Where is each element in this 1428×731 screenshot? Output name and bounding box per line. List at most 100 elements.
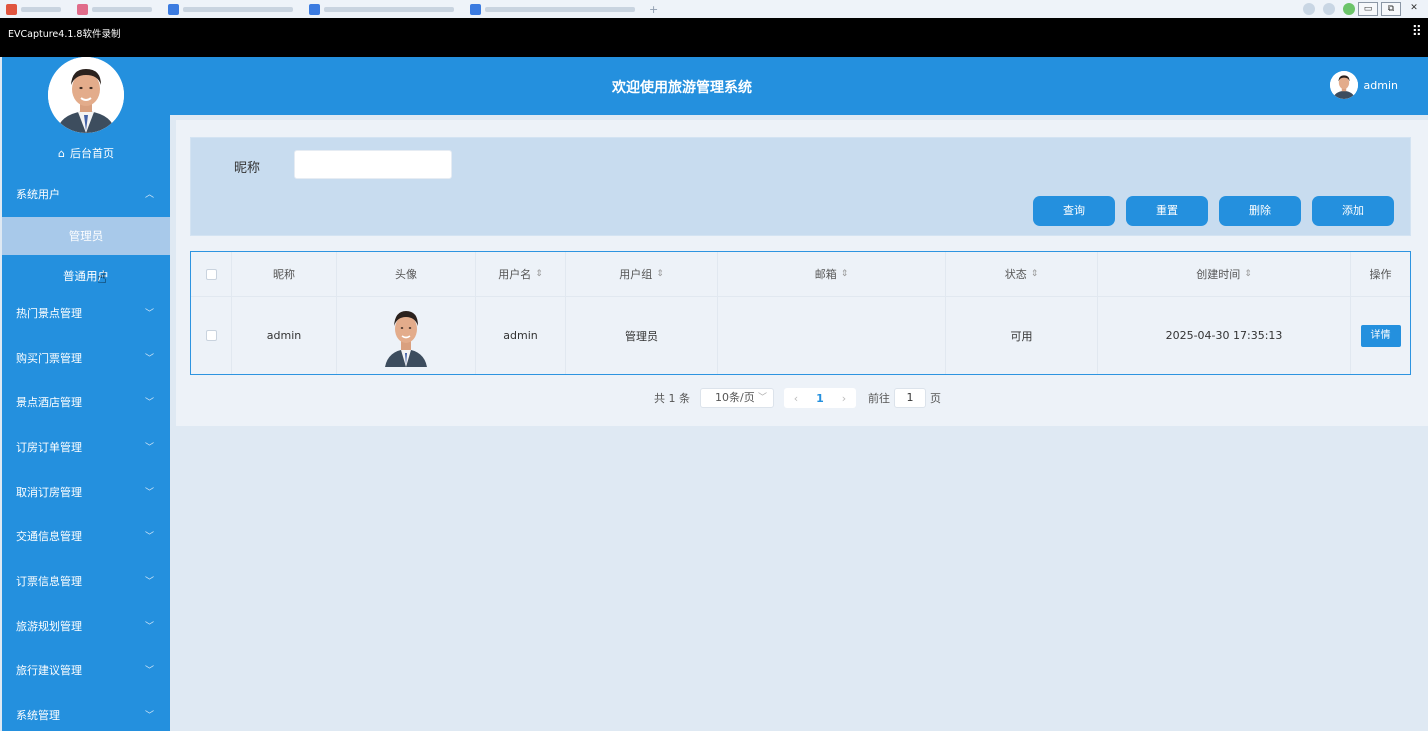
reset-button[interactable]: 重置	[1126, 196, 1208, 226]
column-header-username[interactable]: 用户名 ⇕	[476, 252, 566, 296]
os-tab[interactable]	[162, 0, 299, 18]
chevron-down-icon: ﹀	[144, 711, 154, 721]
app-icon	[6, 3, 17, 15]
sidebar-item-label: 热门景点管理	[16, 307, 82, 320]
sidebar-item-label: 交通信息管理	[16, 530, 82, 543]
column-header-label: 用户名	[498, 268, 532, 281]
column-header-email[interactable]: 邮箱 ⇕	[718, 252, 946, 296]
hand-cursor-icon: ☝	[97, 268, 107, 287]
os-tab[interactable]	[464, 0, 641, 18]
search-form: 昵称 查询 重置 删除 添加	[190, 137, 1411, 236]
sidebar-item-trip-plans[interactable]: 旅游规划管理 ﹀	[2, 617, 170, 637]
user-portrait-icon	[385, 310, 427, 367]
select-all-checkbox[interactable]	[205, 268, 217, 280]
column-header-label: 操作	[1369, 268, 1392, 281]
user-menu[interactable]: admin	[1329, 71, 1398, 99]
sidebar-item-label: 订房订单管理	[16, 441, 82, 454]
restore-button[interactable]: ⧉	[1381, 2, 1401, 16]
goto-page-input[interactable]: 1	[894, 388, 926, 408]
app-icon	[77, 3, 88, 15]
sidebar-item-ticket-info[interactable]: 订票信息管理 ﹀	[2, 572, 170, 592]
sidebar-item-transport[interactable]: 交通信息管理 ﹀	[2, 527, 170, 547]
sidebar-item-label: 系统管理	[16, 709, 60, 722]
sidebar-item-room-orders[interactable]: 订房订单管理 ﹀	[2, 438, 170, 458]
sidebar-home[interactable]: ⌂ 后台首页	[2, 145, 170, 161]
cell-action: 详情	[1351, 297, 1410, 374]
header-username: admin	[1363, 78, 1398, 92]
chevron-down-icon: ﹀	[144, 666, 154, 676]
sort-icon[interactable]: ⇕	[535, 269, 543, 279]
avatar	[385, 305, 427, 367]
page-buttons: ‹ 1 ›	[784, 388, 856, 408]
column-header-status[interactable]: 状态 ⇕	[946, 252, 1098, 296]
sort-icon[interactable]: ⇕	[1031, 269, 1039, 279]
sort-icon[interactable]: ⇕	[656, 269, 664, 279]
chevron-down-icon: ﹀	[144, 532, 154, 542]
status-dot-icon	[1343, 3, 1355, 15]
next-page-icon[interactable]: ›	[832, 392, 856, 405]
sidebar-item-cancel-orders[interactable]: 取消订房管理 ﹀	[2, 483, 170, 503]
column-header-label: 用户组	[619, 268, 653, 281]
sidebar-home-label: 后台首页	[69, 147, 114, 160]
sort-icon[interactable]: ⇕	[1244, 269, 1252, 279]
user-portrait-icon	[1329, 71, 1358, 99]
row-select-cell	[191, 297, 232, 374]
user-portrait-icon	[48, 57, 124, 133]
goto-suffix: 页	[930, 392, 941, 405]
page-size-select[interactable]: 10条/页 ﹀	[700, 388, 774, 408]
delete-button[interactable]: 删除	[1219, 196, 1301, 226]
new-tab-icon[interactable]: +	[649, 3, 658, 16]
sidebar-item-label: 订票信息管理	[16, 575, 82, 588]
column-header-created[interactable]: 创建时间 ⇕	[1098, 252, 1351, 296]
goto-label: 前往	[868, 392, 890, 405]
sidebar-item-hot-spots[interactable]: 热门景点管理 ﹀	[2, 304, 170, 324]
page-size-value: 10条/页	[715, 391, 755, 404]
os-tab[interactable]	[71, 0, 158, 18]
query-button[interactable]: 查询	[1033, 196, 1115, 226]
recorder-bar: EVCapture4.1.8软件录制 ⠿	[0, 18, 1428, 57]
table-row: admin admin 管理员 可用 2025-04-30 17:35:13 详…	[191, 297, 1410, 374]
sidebar-item-system-admin[interactable]: 系统管理 ﹀	[2, 706, 170, 726]
avatar	[1329, 71, 1358, 99]
detail-button[interactable]: 详情	[1360, 324, 1401, 347]
page-title: 欢迎使用旅游管理系统	[612, 80, 752, 96]
sidebar-group-system-user[interactable]: 系统用户 ︿	[2, 185, 170, 205]
status-dot-icon	[1303, 3, 1315, 15]
column-header-label: 创建时间	[1196, 268, 1241, 281]
total-count: 共 1 条	[654, 392, 690, 405]
sidebar-item-tickets[interactable]: 购买门票管理 ﹀	[2, 349, 170, 369]
sidebar-item-label: 购买门票管理	[16, 352, 82, 365]
sidebar-group-label: 系统用户	[16, 188, 60, 201]
nickname-label: 昵称	[234, 161, 261, 176]
sidebar-item-hotels[interactable]: 景点酒店管理 ﹀	[2, 393, 170, 413]
os-tab[interactable]	[303, 0, 460, 18]
cell-group: 管理员	[566, 297, 718, 374]
column-header-group[interactable]: 用户组 ⇕	[566, 252, 718, 296]
row-checkbox[interactable]	[205, 330, 217, 341]
add-button[interactable]: 添加	[1312, 196, 1394, 226]
home-icon: ⌂	[58, 147, 65, 160]
page-number[interactable]: 1	[808, 392, 832, 405]
user-table: 昵称 头像 用户名 ⇕ 用户组 ⇕ 邮箱 ⇕ 状态 ⇕ 创建时间 ⇕ 操作 admin	[190, 251, 1411, 375]
chevron-down-icon: ﹀	[757, 393, 767, 403]
cell-nickname: admin	[232, 297, 337, 374]
os-tab[interactable]	[0, 0, 67, 18]
chevron-down-icon: ﹀	[144, 622, 154, 632]
sort-icon[interactable]: ⇕	[841, 269, 849, 279]
sidebar-item-label: 取消订房管理	[16, 486, 82, 499]
app-icon	[309, 3, 320, 15]
table-header-row: 昵称 头像 用户名 ⇕ 用户组 ⇕ 邮箱 ⇕ 状态 ⇕ 创建时间 ⇕ 操作	[191, 252, 1410, 297]
sidebar: ⌂ 后台首页 系统用户 ︿ 管理员 普通用户 热门景点管理 ﹀ 购买门票管理 ﹀ 景点…	[2, 57, 170, 731]
nickname-input[interactable]	[294, 150, 452, 179]
prev-page-icon[interactable]: ‹	[784, 392, 808, 405]
recorder-menu-icon[interactable]: ⠿	[1412, 24, 1422, 40]
minimize-button[interactable]: ▭	[1358, 2, 1378, 16]
sidebar-item-travel-advice[interactable]: 旅行建议管理 ﹀	[2, 661, 170, 681]
cell-created: 2025-04-30 17:35:13	[1098, 297, 1351, 374]
column-header-nickname: 昵称	[232, 252, 337, 296]
app-icon	[168, 3, 179, 15]
column-header-label: 状态	[1004, 268, 1027, 281]
sidebar-item-normal-user[interactable]: 普通用户	[2, 257, 170, 295]
sidebar-item-admin[interactable]: 管理员	[2, 217, 170, 255]
close-button[interactable]: ✕	[1404, 2, 1424, 16]
